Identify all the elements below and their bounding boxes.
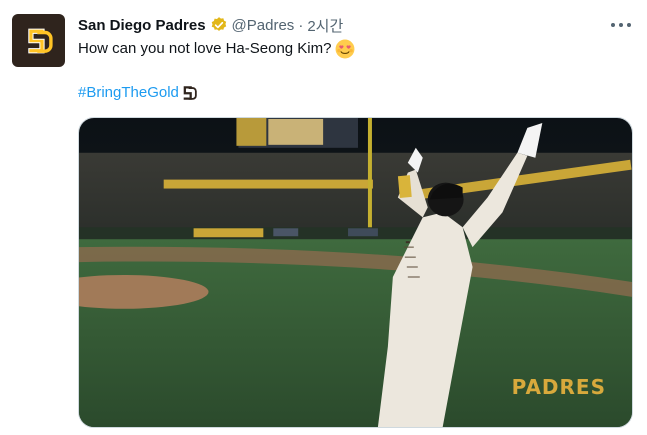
more-options-button[interactable] bbox=[611, 16, 631, 34]
tweet-header: San Diego Padres @Padres · 2시간 bbox=[78, 15, 343, 35]
separator-dot: · bbox=[298, 16, 304, 34]
padres-avatar[interactable] bbox=[12, 14, 65, 67]
tweet-text: How can you not love Ha-Seong Kim? bbox=[78, 39, 355, 59]
sd-logo-icon bbox=[183, 86, 197, 100]
tweet-media-video[interactable]: PADRES bbox=[78, 117, 633, 428]
author-handle[interactable]: @Padres bbox=[232, 17, 295, 34]
hashtag-link[interactable]: #BringTheGold bbox=[78, 83, 179, 103]
padres-watermark: PADRES bbox=[511, 375, 606, 399]
author-name[interactable]: San Diego Padres bbox=[78, 17, 206, 34]
smiling-face-with-heart-eyes-icon bbox=[336, 39, 355, 59]
hashtag-row: #BringTheGold bbox=[78, 83, 199, 103]
tweet-timestamp[interactable]: 2시간 bbox=[307, 15, 343, 36]
tweet-body: How can you not love Ha-Seong Kim? bbox=[78, 40, 332, 57]
gold-verified-badge-icon[interactable] bbox=[210, 16, 228, 34]
more-dots-icon bbox=[611, 23, 615, 27]
sd-logo-icon bbox=[27, 28, 53, 53]
